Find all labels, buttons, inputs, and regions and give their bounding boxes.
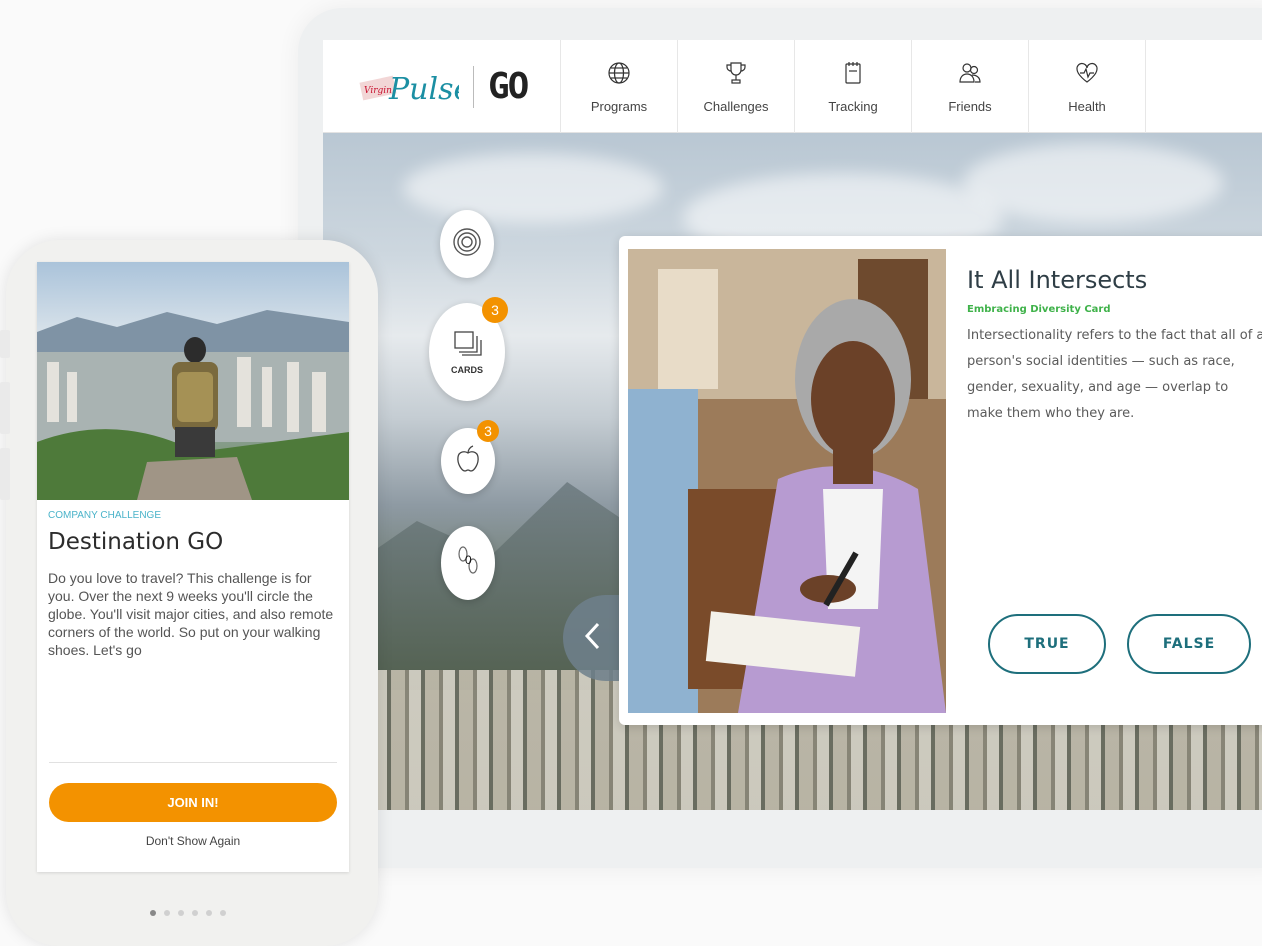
cards-icon bbox=[452, 329, 482, 362]
card-title: It All Intersects bbox=[967, 266, 1148, 294]
nav-item-programs[interactable]: Programs bbox=[561, 40, 678, 133]
true-button[interactable]: TRUE bbox=[988, 614, 1106, 674]
nav-label: Challenges bbox=[703, 98, 769, 114]
chevron-left-icon bbox=[583, 621, 601, 656]
card-photo bbox=[628, 249, 946, 713]
apple-icon bbox=[454, 444, 482, 479]
challenge-screen: COMPANY CHALLENGE Destination GO Do you … bbox=[37, 262, 349, 872]
carousel-dots bbox=[150, 910, 226, 916]
phone-side-button bbox=[0, 330, 10, 358]
carousel-dot[interactable] bbox=[164, 910, 170, 916]
logo-go: GO bbox=[488, 66, 529, 107]
dont-show-again-link[interactable]: Don't Show Again bbox=[37, 834, 349, 848]
cards-button[interactable]: CARDS 3 bbox=[429, 297, 508, 401]
card-content: It All Intersects Embracing Diversity Ca… bbox=[967, 266, 1262, 427]
logo-divider bbox=[473, 65, 474, 108]
carousel-dot[interactable] bbox=[150, 910, 156, 916]
diversity-card: It All Intersects Embracing Diversity Ca… bbox=[619, 236, 1262, 725]
carousel-dot[interactable] bbox=[178, 910, 184, 916]
nav-label: Health bbox=[1068, 98, 1106, 114]
carousel-dot[interactable] bbox=[192, 910, 198, 916]
target-icon bbox=[452, 227, 482, 262]
cards-count-badge: 3 bbox=[482, 297, 508, 323]
heart-pulse-icon bbox=[1074, 60, 1100, 91]
nav-item-health[interactable]: Health bbox=[1029, 40, 1146, 133]
virgin-pulse-logo: Virgin Pulse bbox=[359, 65, 471, 109]
nutrition-count-badge: 3 bbox=[477, 420, 499, 442]
card-body: Intersectionality refers to the fact tha… bbox=[967, 328, 1262, 421]
carousel-dot[interactable] bbox=[220, 910, 226, 916]
phone-side-button bbox=[0, 448, 10, 500]
marketing-composite: Virgin Pulse GO Programs Challenges bbox=[0, 0, 1262, 946]
nav-item-friends[interactable]: Friends bbox=[912, 40, 1029, 133]
tablet-screen: Virgin Pulse GO Programs Challenges bbox=[323, 40, 1262, 810]
divider bbox=[49, 762, 337, 763]
join-button[interactable]: JOIN IN! bbox=[49, 783, 337, 822]
nav-label: Programs bbox=[590, 98, 648, 114]
nav-label: Friends bbox=[948, 98, 992, 114]
card-subtitle: Embracing Diversity Card bbox=[967, 304, 1111, 315]
top-navigation: Virgin Pulse GO Programs Challenges bbox=[323, 40, 1262, 133]
nav-item-challenges[interactable]: Challenges bbox=[678, 40, 795, 133]
carousel-dot[interactable] bbox=[206, 910, 212, 916]
notepad-icon bbox=[840, 60, 866, 91]
steps-count: 0 bbox=[465, 553, 472, 567]
steps-button[interactable]: 0 bbox=[441, 526, 495, 600]
nutrition-button[interactable]: 3 bbox=[441, 420, 499, 494]
challenge-title: Destination GO bbox=[48, 529, 224, 555]
globe-icon bbox=[606, 60, 632, 91]
challenge-kicker: COMPANY CHALLENGE bbox=[48, 510, 161, 521]
svg-text:Pulse: Pulse bbox=[388, 72, 459, 107]
challenge-description: Do you love to travel? This challenge is… bbox=[48, 570, 334, 658]
brand-logo[interactable]: Virgin Pulse GO bbox=[323, 40, 561, 133]
cards-label: CARDS bbox=[450, 365, 483, 375]
friends-icon bbox=[957, 60, 983, 91]
challenge-photo bbox=[37, 262, 349, 500]
target-button[interactable] bbox=[440, 210, 494, 278]
nav-item-tracking[interactable]: Tracking bbox=[795, 40, 912, 133]
nav-label: Tracking bbox=[828, 98, 878, 114]
false-button[interactable]: FALSE bbox=[1127, 614, 1251, 674]
challenge-details: COMPANY CHALLENGE Destination GO Do you … bbox=[48, 510, 340, 659]
svg-text:Virgin: Virgin bbox=[364, 86, 392, 96]
trophy-icon bbox=[723, 60, 749, 91]
phone-side-button bbox=[0, 382, 10, 434]
